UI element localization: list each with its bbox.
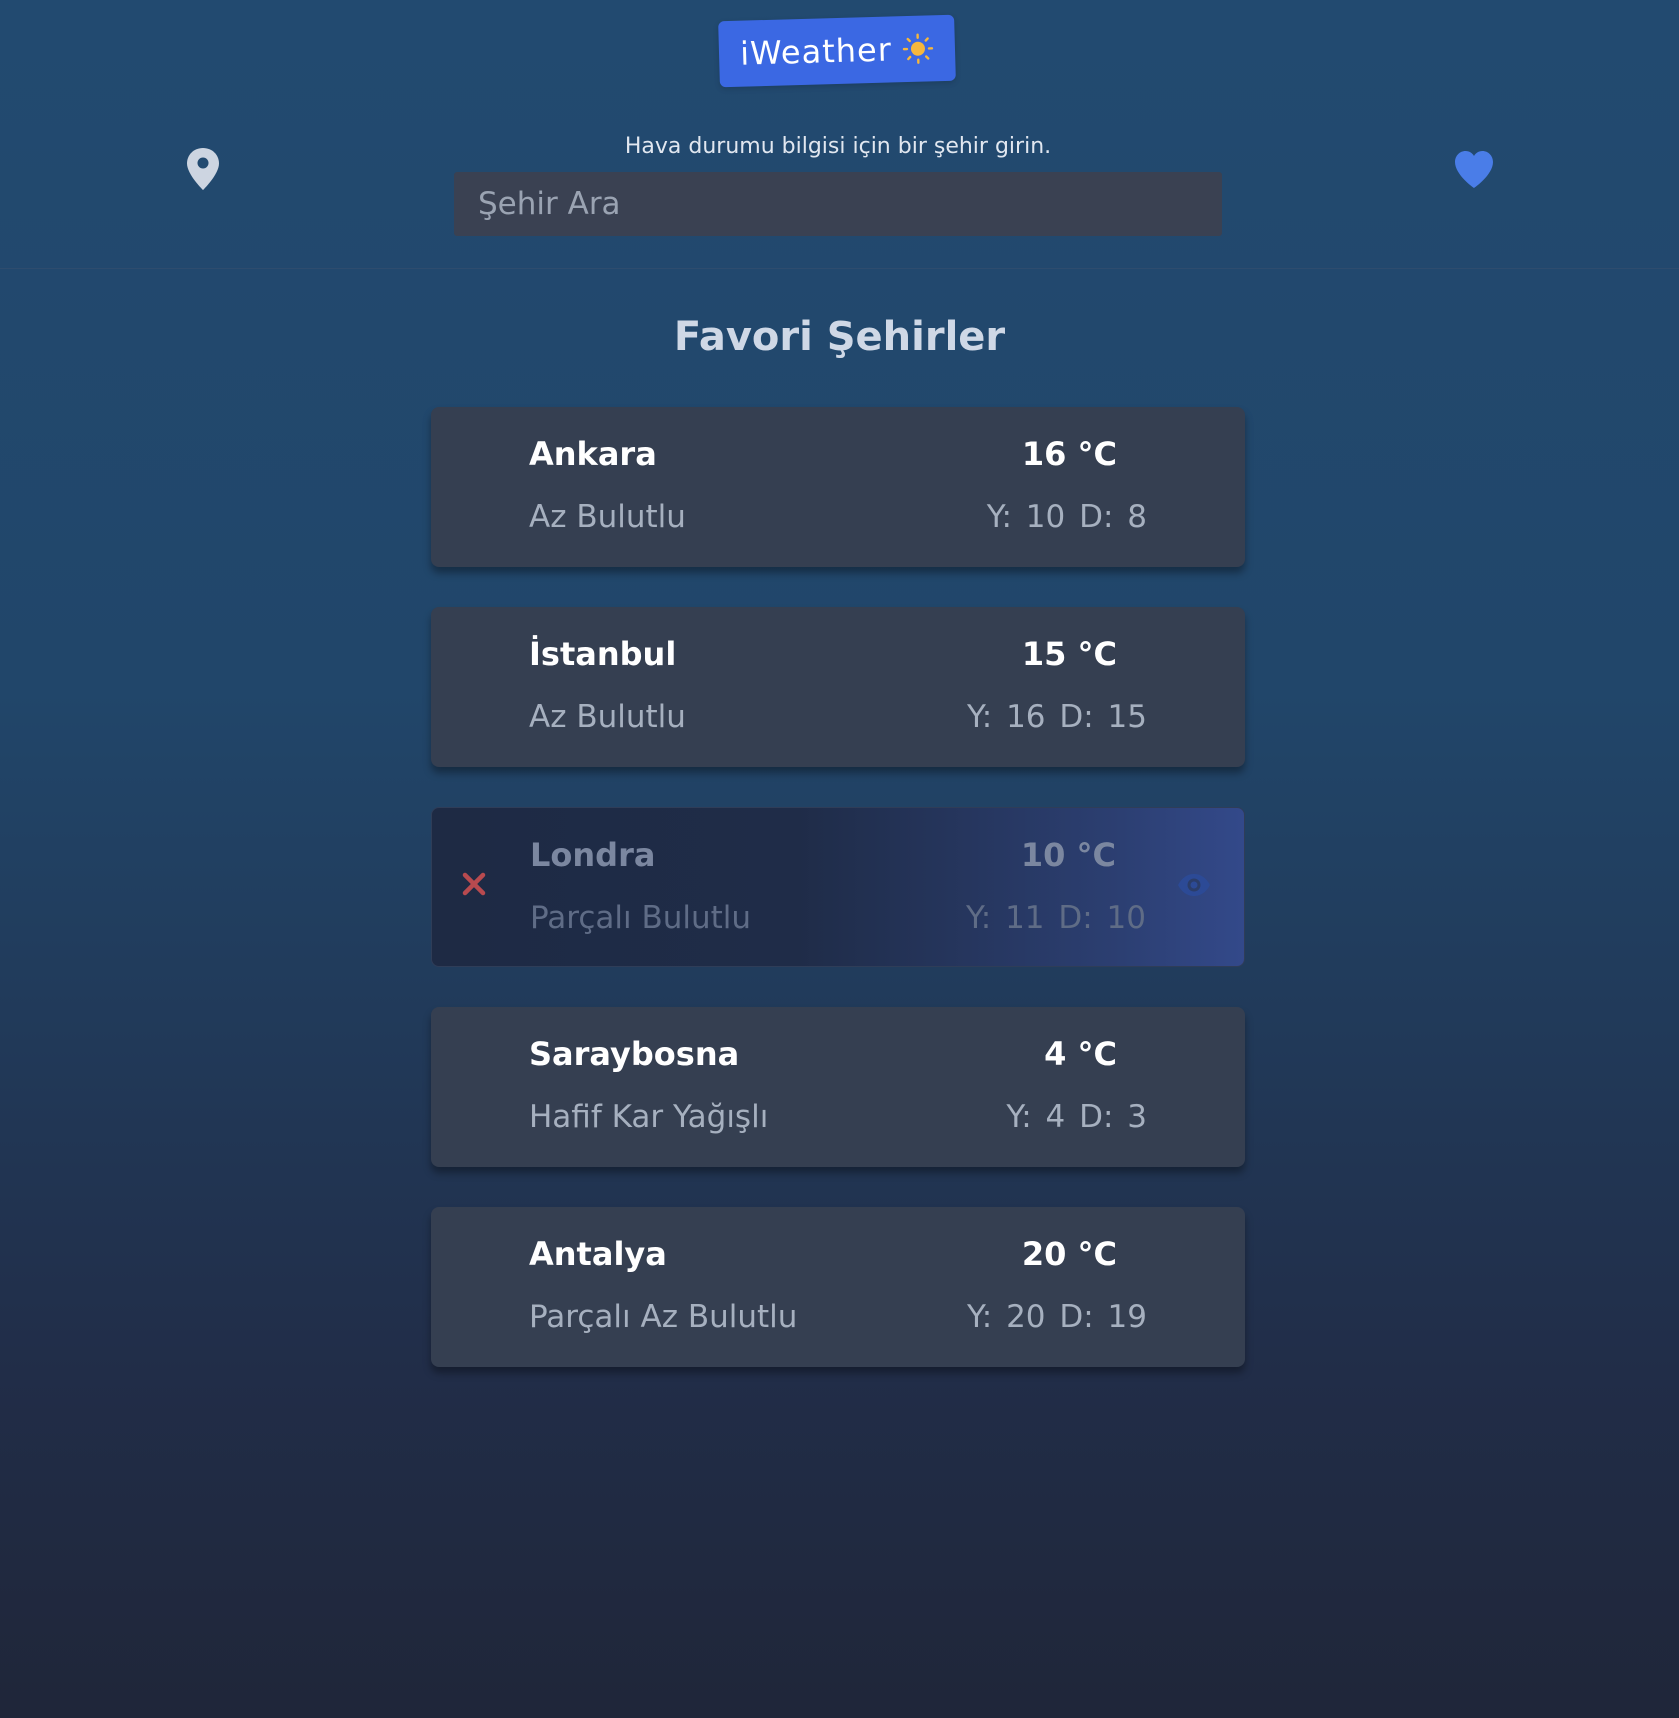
city-description: Parçalı Az Bulutlu [529,1299,798,1335]
city-name: İstanbul [529,635,677,673]
favorite-city-card-istanbul[interactable]: İstanbul Az Bulutlu 15 °C Y: 16 D: 15 [431,607,1245,767]
city-name: Londra [530,836,656,874]
sun-icon [902,33,933,64]
map-pin-icon[interactable] [184,146,222,192]
city-temp-range: Y: 4 D: 3 [1006,1099,1147,1135]
city-temp-range: Y: 16 D: 15 [966,699,1147,735]
favorite-city-card-ankara[interactable]: Ankara Az Bulutlu 16 °C Y: 10 D: 8 [431,407,1245,567]
remove-favorite-icon[interactable] [460,870,488,898]
city-temperature: 4 °C [1044,1035,1117,1073]
app-logo[interactable]: iWeather [718,14,956,88]
favorites-title: Favori Şehirler [673,314,1006,360]
favorite-city-card-londra[interactable]: Londra Parçalı Bulutlu 10 °C Y: 11 D: 10 [431,807,1245,967]
city-temp-range: Y: 20 D: 19 [966,1299,1147,1335]
city-temperature: 20 °C [1021,1235,1117,1273]
favorite-city-card-antalya[interactable]: Antalya Parçalı Az Bulutlu 20 °C Y: 20 D… [431,1207,1245,1367]
city-name: Saraybosna [529,1035,740,1073]
search-hint: Hava durumu bilgisi için bir şehir girin… [624,134,1052,159]
city-description: Hafif Kar Yağışlı [529,1099,769,1135]
city-temp-range: Y: 10 D: 8 [986,499,1147,535]
city-name: Antalya [529,1235,667,1273]
city-description: Az Bulutlu [529,699,686,735]
city-temperature: 16 °C [1021,435,1117,473]
header-divider [0,268,1679,269]
logo-text: iWeather [739,30,893,73]
eye-icon[interactable] [1176,872,1212,898]
city-description: Parçalı Bulutlu [530,900,752,936]
city-temp-range: Y: 11 D: 10 [965,900,1146,936]
favorite-city-card-saraybosna[interactable]: Saraybosna Hafif Kar Yağışlı 4 °C Y: 4 D… [431,1007,1245,1167]
city-temperature: 10 °C [1020,836,1116,874]
heart-icon[interactable] [1452,148,1496,190]
city-description: Az Bulutlu [529,499,686,535]
city-search-input[interactable] [454,172,1222,236]
city-name: Ankara [529,435,657,473]
city-temperature: 15 °C [1021,635,1117,673]
